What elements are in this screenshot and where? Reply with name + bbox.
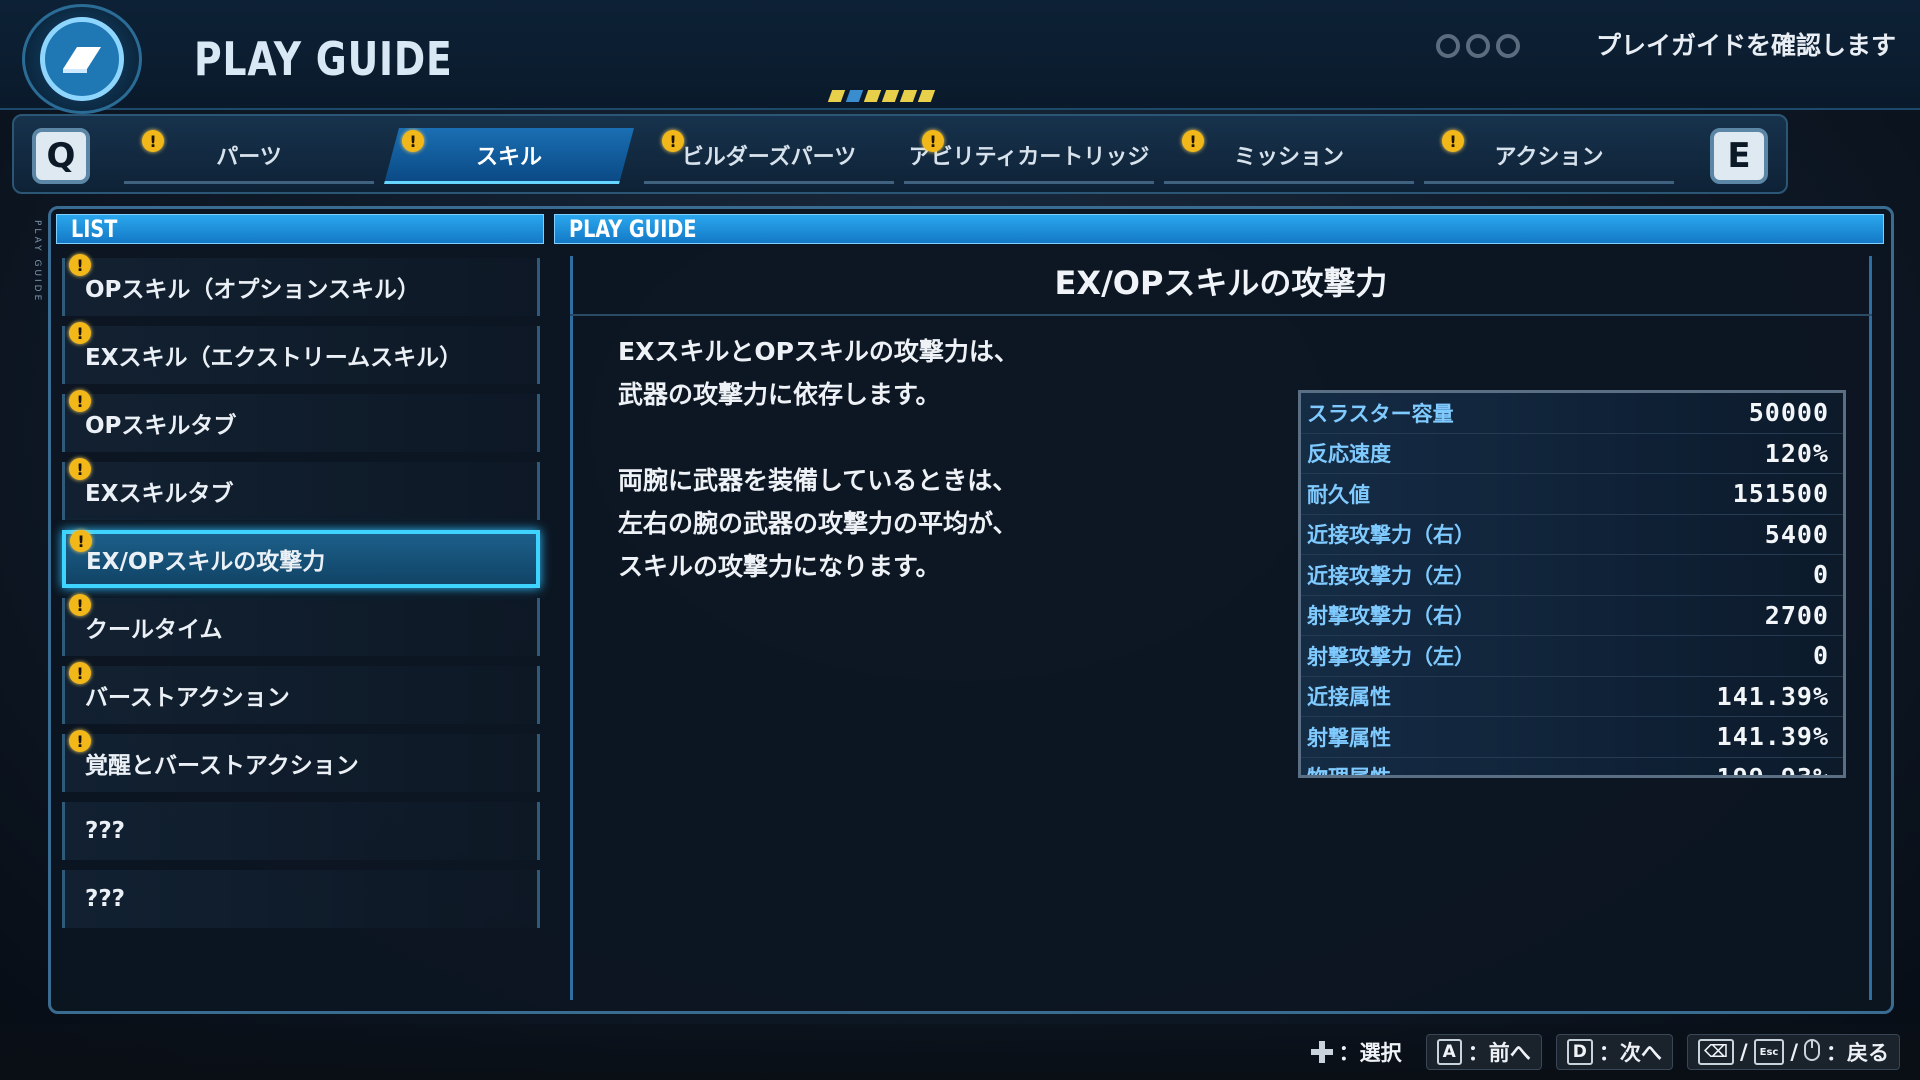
alert-icon: ! <box>69 730 91 752</box>
next-tab-key[interactable]: E <box>1710 128 1768 184</box>
backspace-key-icon: ⌫ <box>1697 1039 1734 1065</box>
tab-label: スキル <box>475 144 542 170</box>
tab-label: パーツ <box>216 144 282 170</box>
guide-topic-list: ! OPスキル（オプションスキル） ! EXスキル（エクストリームスキル） ! … <box>62 254 540 938</box>
back-button[interactable]: ⌫ / Esc / ：戻る <box>1686 1034 1900 1070</box>
stat-row: スラスター容量 50000 <box>1301 393 1843 434</box>
tab-label: ミッション <box>1233 144 1344 170</box>
list-item[interactable]: ! 覚醒とバーストアクション <box>62 730 540 792</box>
alert-icon: ! <box>1442 130 1464 152</box>
alert-icon: ! <box>142 130 164 152</box>
list-item[interactable]: ! OPスキル（オプションスキル） <box>62 254 540 316</box>
list-header: LIST <box>56 214 544 244</box>
stat-row: 射撃属性 141.39% <box>1301 717 1843 758</box>
stat-row: 近接属性 141.39% <box>1301 676 1843 717</box>
tab-label: アビリティカートリッジ <box>908 144 1150 170</box>
footer-bar: ：選択 A ：前へ D ：次へ ⌫ / Esc / ：戻る <box>0 1024 1920 1080</box>
page-title: PLAY GUIDE <box>194 32 453 86</box>
prev-button[interactable]: A ：前へ <box>1425 1034 1542 1070</box>
list-item-locked[interactable]: ??? <box>62 802 540 860</box>
tab-builders-parts[interactable]: ! ビルダーズパーツ <box>644 128 894 184</box>
control-hints: ：選択 A ：前へ D ：次へ ⌫ / Esc / ：戻る <box>1301 1034 1900 1070</box>
tab-action[interactable]: ! アクション <box>1424 128 1674 184</box>
mouse-icon <box>1804 1038 1820 1066</box>
dpad-icon <box>1310 1041 1333 1063</box>
guide-body: EXスキルとOPスキルの攻撃力は、 武器の攻撃力に依存します。 両腕に武器を装備… <box>618 337 1019 581</box>
list-item-locked[interactable]: ??? <box>62 870 540 928</box>
play-guide-logo <box>22 4 142 114</box>
alert-icon: ! <box>69 254 91 276</box>
tab-label: ビルダーズパーツ <box>681 144 857 170</box>
list-item[interactable]: ! EXスキル（エクストリームスキル） <box>62 322 540 384</box>
tab-label: アクション <box>1494 144 1604 170</box>
alert-icon: ! <box>69 662 91 684</box>
alert-icon: ! <box>922 130 944 152</box>
guide-header: PLAY GUIDE <box>554 214 1884 244</box>
alert-icon: ! <box>70 530 92 552</box>
header-hint: プレイガイドを確認します <box>1595 31 1896 60</box>
side-label: PLAY GUIDE <box>32 220 42 304</box>
tab-ability-cartridge[interactable]: ! アビリティカートリッジ <box>904 128 1154 184</box>
alert-icon: ! <box>69 390 91 412</box>
select-hint: ：選択 <box>1301 1034 1412 1070</box>
prev-tab-key[interactable]: Q <box>32 128 90 184</box>
list-item-selected[interactable]: ! EX/OPスキルの攻撃力 <box>62 530 540 588</box>
stat-row: 耐久値 151500 <box>1301 474 1843 515</box>
book-icon <box>40 17 124 101</box>
top-header: PLAY GUIDE プレイガイドを確認します <box>0 0 1920 114</box>
category-tabbar: Q ! パーツ ! スキル ! ビルダーズパーツ ! アビリティカートリッジ !… <box>12 114 1788 194</box>
tab-mission[interactable]: ! ミッション <box>1164 128 1414 184</box>
stat-row: 物理属性199.93% <box>1301 757 1843 775</box>
esc-key-icon: Esc <box>1753 1039 1785 1065</box>
stat-row: 射撃攻撃力（右） 2700 <box>1301 595 1843 636</box>
list-item[interactable]: ! クールタイム <box>62 594 540 656</box>
tab-skill[interactable]: ! スキル <box>384 128 634 184</box>
list-item[interactable]: ! バーストアクション <box>62 662 540 724</box>
list-item[interactable]: ! EXスキルタブ <box>62 458 540 520</box>
stat-row: 近接攻撃力（右） 5400 <box>1301 514 1843 555</box>
alert-icon: ! <box>1182 130 1204 152</box>
key-d-icon: D <box>1566 1039 1593 1065</box>
tab-parts[interactable]: ! パーツ <box>124 128 374 184</box>
stat-row: 近接攻撃力（左） 0 <box>1301 555 1843 596</box>
guide-title: EX/OPスキルの攻撃力 <box>570 258 1872 316</box>
key-a-icon: A <box>1436 1039 1462 1065</box>
list-item[interactable]: ! OPスキルタブ <box>62 390 540 452</box>
stat-row: 反応速度 120% <box>1301 433 1843 474</box>
header-decoration <box>1436 34 1520 58</box>
stats-panel: スラスター容量 50000 反応速度 120% 耐久値 151500 近接攻撃力（右）… <box>1298 390 1846 778</box>
next-button[interactable]: D ：次へ <box>1555 1034 1673 1070</box>
alert-icon: ! <box>69 594 91 616</box>
stat-row: 射撃攻撃力（左） 0 <box>1301 636 1843 677</box>
alert-icon: ! <box>69 458 91 480</box>
alert-icon: ! <box>69 322 91 344</box>
progress-indicator <box>827 90 936 102</box>
alert-icon: ! <box>402 130 424 152</box>
alert-icon: ! <box>662 130 684 152</box>
